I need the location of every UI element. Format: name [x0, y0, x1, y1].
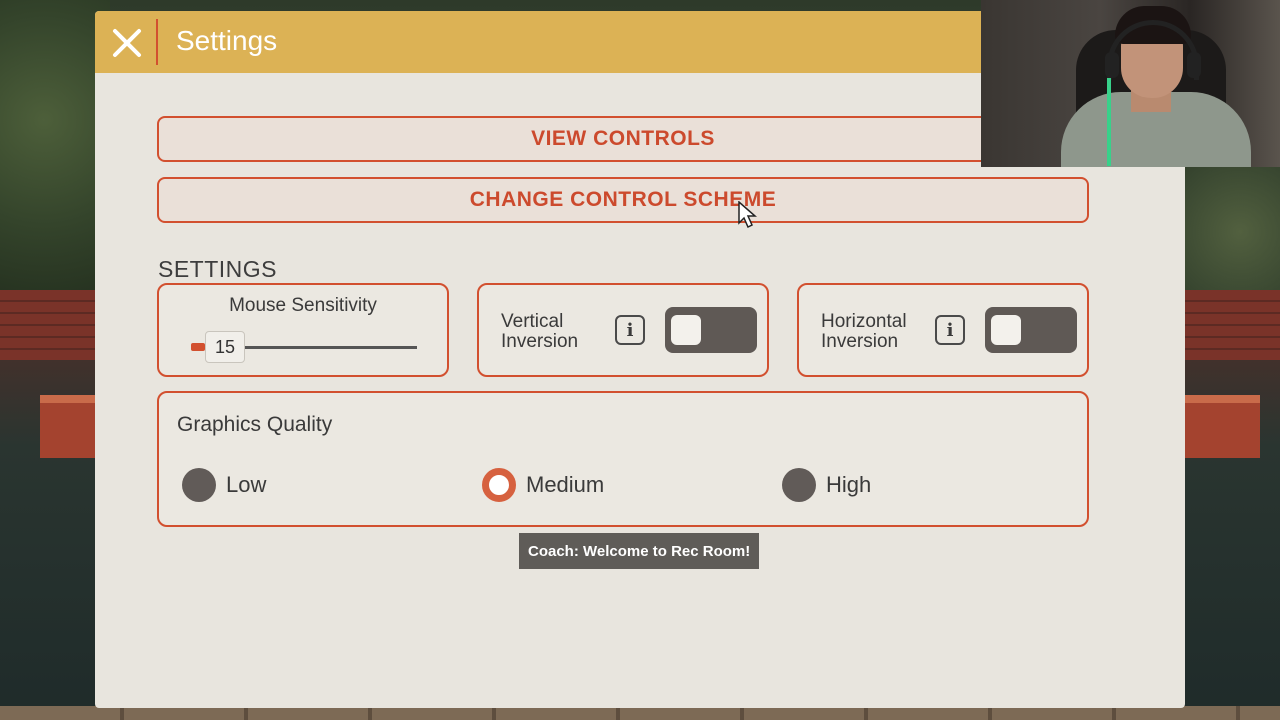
mouse-pointer-icon	[738, 201, 757, 229]
vertical-inversion-label-line1: Vertical	[501, 311, 564, 332]
headset-cable	[1107, 78, 1111, 166]
horizontal-inversion-toggle[interactable]	[985, 307, 1077, 353]
mouse-sensitivity-card: Mouse Sensitivity 15	[157, 283, 449, 377]
horizontal-inversion-card: Horizontal Inversion i	[797, 283, 1089, 377]
graphics-option-low-label: Low	[226, 472, 267, 497]
close-icon[interactable]	[109, 25, 145, 61]
background-brick-wall-left	[0, 290, 100, 360]
vertical-inversion-label-line2: Inversion	[501, 331, 579, 352]
mouse-sensitivity-slider-thumb[interactable]: 15	[205, 331, 245, 363]
mouse-sensitivity-slider-fill	[191, 343, 205, 351]
horizontal-inversion-label-line2: Inversion	[821, 331, 899, 352]
header-divider	[156, 19, 158, 65]
graphics-option-high-label: High	[826, 472, 872, 497]
graphics-option-medium-label: Medium	[526, 472, 605, 497]
graphics-quality-card: Graphics Quality Low Medium High	[157, 391, 1089, 527]
background-floor	[0, 706, 1280, 720]
change-control-scheme-button[interactable]: CHANGE CONTROL SCHEME	[157, 177, 1089, 223]
radio-medium-icon[interactable]	[482, 468, 516, 502]
vertical-inversion-label: Vertical Inversion	[501, 312, 578, 352]
toggle-knob	[991, 315, 1021, 345]
background-tree-left	[0, 0, 110, 300]
page-title: Settings	[176, 25, 278, 56]
radio-high-icon[interactable]	[782, 468, 816, 502]
vertical-inversion-toggle[interactable]	[665, 307, 757, 353]
background-brick-wall-right	[1180, 290, 1280, 360]
view-controls-button[interactable]: VIEW CONTROLS	[157, 116, 1089, 162]
vertical-inversion-card: Vertical Inversion i	[477, 283, 769, 377]
mouse-sensitivity-label: Mouse Sensitivity	[229, 295, 377, 316]
info-icon[interactable]: i	[615, 315, 645, 345]
coach-toast: Coach: Welcome to Rec Room!	[519, 533, 760, 569]
headset-earcup-right	[1187, 52, 1201, 78]
background-planter-right	[1180, 395, 1260, 458]
horizontal-inversion-label: Horizontal Inversion	[821, 312, 907, 352]
toggle-knob	[671, 315, 701, 345]
graphics-option-high[interactable]: High	[782, 467, 871, 503]
graphics-option-medium[interactable]: Medium	[482, 467, 604, 503]
horizontal-inversion-label-line1: Horizontal	[821, 311, 907, 332]
radio-low-icon[interactable]	[182, 468, 216, 502]
graphics-quality-label: Graphics Quality	[177, 413, 333, 436]
graphics-option-low[interactable]: Low	[182, 467, 266, 503]
info-icon[interactable]: i	[935, 315, 965, 345]
background-planter-left	[40, 395, 100, 458]
settings-section-title: SETTINGS	[158, 256, 278, 282]
headset-earcup-left	[1105, 52, 1119, 78]
webcam-overlay	[981, 0, 1280, 167]
